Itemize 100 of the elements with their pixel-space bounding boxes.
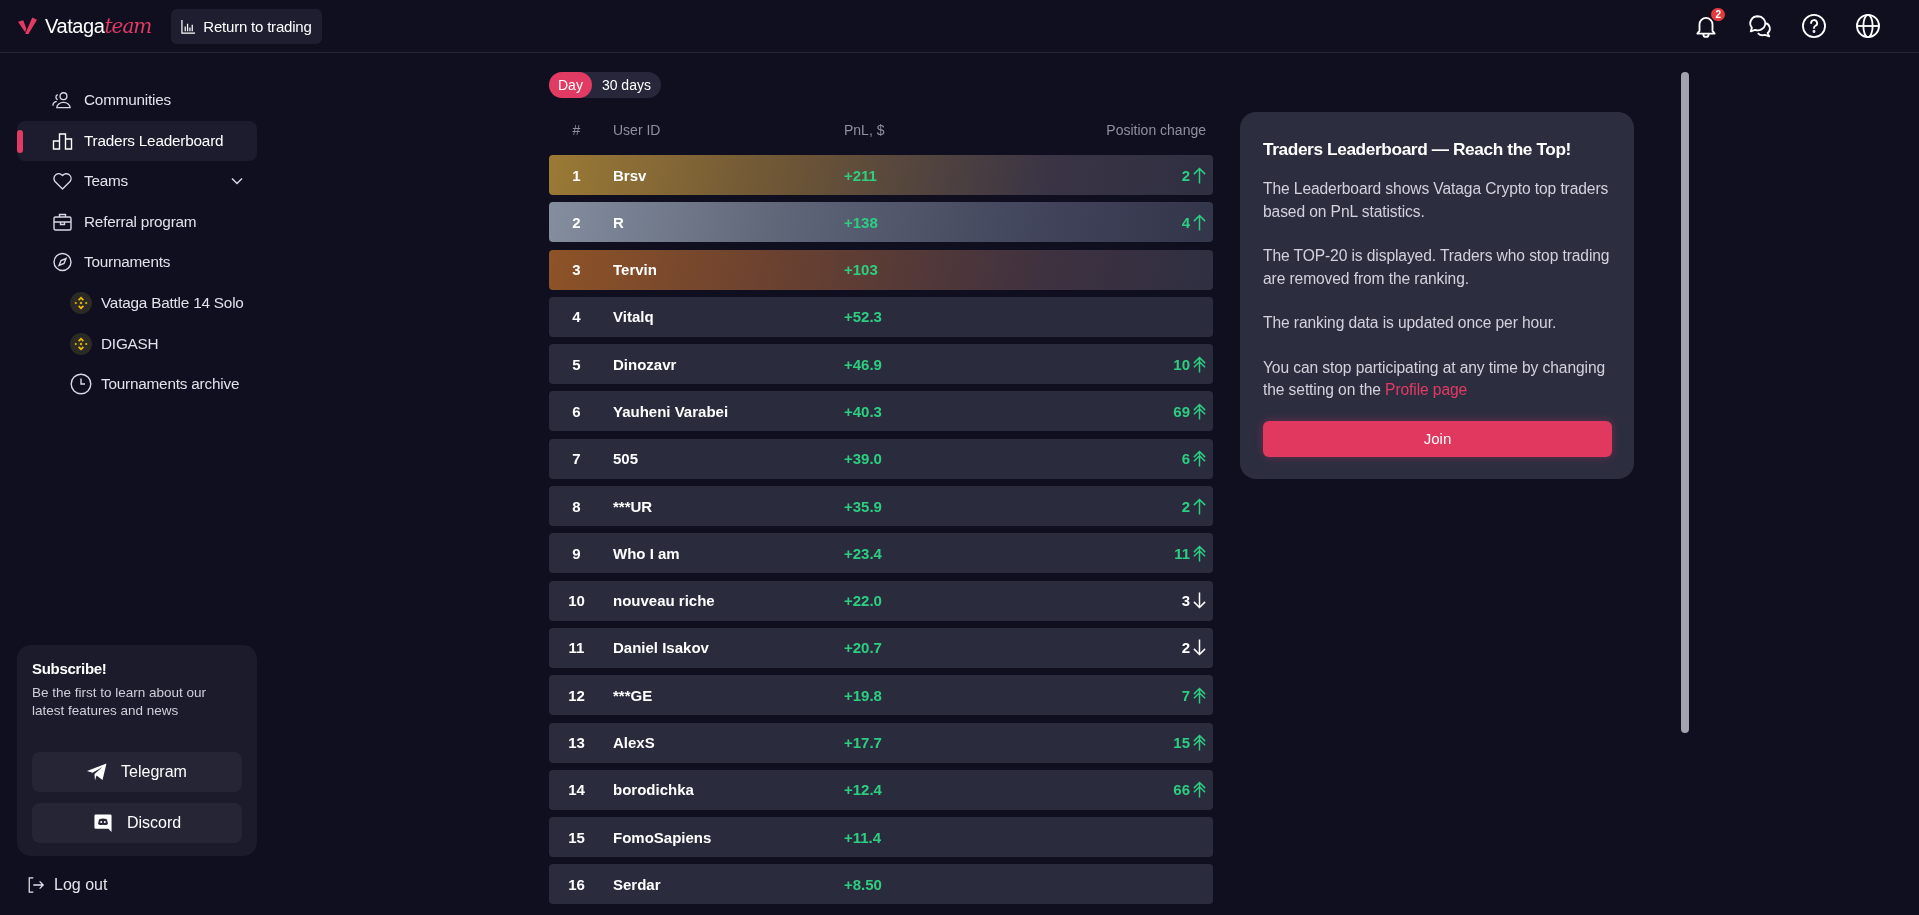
rank-number: 13 [567,734,586,752]
double-arrow-up-icon [1193,355,1206,373]
user-id: Tervin [612,261,658,279]
rank-number: 3 [571,261,582,279]
chat-icon[interactable] [1747,13,1773,39]
return-to-trading-button[interactable]: Return to trading [171,8,322,44]
arrow-up-icon [1193,497,1206,515]
pnl-value: +8.50 [844,875,883,893]
clock-icon [70,373,92,396]
user-id: FomoSapiens [612,828,713,846]
period-tab[interactable]: 30 days [591,72,661,98]
rank-number: 15 [567,828,586,846]
position-change: 10 [1173,355,1190,373]
double-arrow-up-icon [1193,450,1206,468]
pnl-value: +11.4 [844,828,883,846]
position-change: 2 [1181,497,1190,515]
column-header: PnL, $ [844,122,886,138]
user-id: Serdar [612,875,662,893]
logout-link[interactable]: Log out [27,876,108,894]
user-id: R [612,213,625,231]
sidebar-item[interactable]: Communities [17,80,257,120]
rank-number: 8 [571,497,582,515]
user-id: Daniel Isakov [612,639,710,657]
sidebar-item[interactable]: Teams [17,161,257,202]
user-id: AlexS [612,734,656,752]
double-arrow-up-icon [1193,544,1206,562]
heart-icon [52,171,73,192]
rank-number: 14 [567,781,586,799]
user-id: Vitalq [612,308,655,326]
pnl-value: +40.3 [844,403,883,420]
user-id: 505 [612,450,640,468]
pnl-value: +12.4 [844,781,883,799]
arrow-down-icon [1193,592,1206,610]
paper-plane-icon [87,763,108,781]
period-tab[interactable]: Day [549,72,592,98]
position-change: 2 [1181,166,1190,184]
pnl-value: +20.7 [844,639,883,657]
social-button[interactable]: Discord [32,803,242,843]
subscribe-title: Subscribe! [32,660,108,678]
info-paragraph: The TOP-20 is displayed. Traders who stop trading are removed from the ranking. [1263,246,1611,289]
logo-mark-icon [18,17,37,35]
user-id: borodichka [612,781,695,799]
pnl-value: +23.4 [844,544,883,562]
user-id: Yauheni Varabei [612,403,730,420]
double-arrow-up-icon [1193,403,1206,420]
notification-count: 2 [1711,8,1725,21]
position-change: 15 [1173,734,1190,752]
sidebar-subitem[interactable]: DIGASH [17,323,257,364]
info-paragraph: You can stop participating at any time by changing the setting on the Profile page [1263,357,1607,400]
rank-number: 5 [571,355,582,373]
rank-number: 2 [571,213,582,231]
pnl-value: +19.8 [844,686,883,704]
rank-number: 6 [571,403,582,420]
position-change: 11 [1174,544,1190,562]
position-change: 6 [1181,450,1190,468]
sidebar-item[interactable]: Tournaments [17,242,257,283]
sidebar-subitem[interactable]: Tournaments archive [17,364,257,405]
position-change: 7 [1181,686,1190,704]
rank-number: 1 [571,166,582,184]
sidebar-item[interactable]: Traders Leaderboard [17,120,257,161]
pnl-value: +46.9 [844,355,883,373]
double-arrow-up-icon [1193,734,1206,752]
diamond-coin-icon [70,291,92,314]
rank-number: 4 [571,308,582,326]
rank-number: 7 [571,450,582,468]
compass-icon [52,252,73,273]
pnl-value: +17.7 [844,734,883,752]
position-change: 4 [1181,213,1190,231]
column-header: Position change [1106,122,1206,138]
scrollbar[interactable] [1681,72,1689,733]
rank-number: 11 [567,639,586,657]
column-header: User ID [612,122,662,138]
position-change: 69 [1173,403,1190,420]
sidebar-subitem[interactable]: Vataga Battle 14 Solo [17,282,257,323]
double-arrow-up-icon [1193,686,1206,704]
users-icon [52,90,73,110]
pnl-value: +35.9 [844,497,883,515]
bar-chart-icon [181,18,197,34]
rank-number: 9 [571,544,582,562]
arrow-up-icon [1193,213,1206,231]
help-icon[interactable] [1801,13,1827,39]
briefcase-icon [52,211,73,232]
user-id: Brsv [612,166,648,184]
arrow-up-icon [1193,166,1206,184]
rank-number: 12 [567,686,586,704]
logo-text: Vataga [45,15,105,38]
join-button[interactable]: Join [1263,420,1612,457]
globe-icon[interactable] [1855,13,1881,39]
log-out-icon [27,876,45,894]
social-button[interactable]: Telegram [32,752,242,792]
sidebar-item[interactable]: Referral program [17,201,257,242]
position-change: 66 [1173,781,1190,799]
pnl-value: +39.0 [844,450,883,468]
user-id: Dinozavr [612,355,678,373]
diamond-coin-icon [70,332,92,355]
position-change: 2 [1181,639,1190,657]
user-id: Who I am [612,544,681,562]
arrow-down-icon [1193,639,1206,657]
pnl-value: +103 [844,261,879,279]
rank-number: 10 [567,592,586,610]
